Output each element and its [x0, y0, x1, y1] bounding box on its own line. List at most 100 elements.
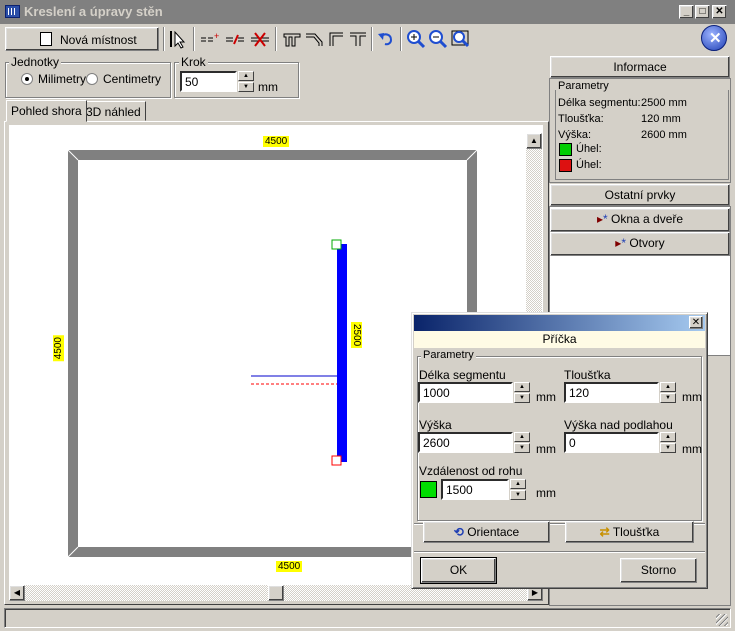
step-spinner[interactable]: ▲ ▼ [238, 71, 254, 92]
centimeters-radio[interactable] [86, 73, 98, 85]
info-header[interactable]: Informace [550, 56, 730, 78]
zoom-in-icon [407, 30, 426, 49]
room-floor [78, 160, 467, 547]
minimize-button[interactable]: _ [679, 5, 694, 19]
zoom-fit-button[interactable] [449, 28, 471, 50]
radio-dot [25, 77, 29, 81]
thickness-spinner[interactable]: ▲ ▼ [660, 382, 676, 403]
title-bar: Kreslení a úpravy stěn _ □ ✕ [0, 0, 735, 24]
selected-wall[interactable] [337, 244, 347, 462]
asterisk-icon: * [621, 236, 626, 250]
cancel-button[interactable]: Storno [620, 558, 697, 583]
wall-delete-button[interactable] [249, 28, 271, 50]
spin-down-icon[interactable]: ▼ [660, 393, 676, 403]
window-title: Kreslení a úpravy stěn [24, 4, 163, 19]
wall-corner-icon [329, 32, 343, 46]
floor-height-label: Výška nad podlahou [564, 418, 673, 432]
other-elements-header[interactable]: Ostatní prvky [550, 184, 730, 206]
corner-distance-unit: mm [536, 486, 556, 500]
spin-up-icon[interactable]: ▲ [514, 432, 530, 442]
status-bar [4, 608, 731, 628]
toolbar: Nová místnost + ✕ [4, 25, 731, 53]
horizontal-scroll-thumb[interactable] [268, 585, 284, 601]
wall-start-handle[interactable] [331, 239, 342, 250]
toolbar-separator [275, 27, 277, 51]
tab-3d-preview[interactable]: 3D náhled [81, 101, 146, 121]
openings-button[interactable]: ▸* Otvory [550, 232, 730, 256]
spin-up-icon[interactable]: ▲ [514, 382, 530, 392]
height-input[interactable]: 2600 [418, 432, 513, 453]
top-dimension-label: 4500 [263, 136, 290, 147]
tab-top-view-label: Pohled shora [11, 104, 82, 118]
spin-down-icon[interactable]: ▼ [660, 443, 676, 453]
tab-3d-preview-label: 3D náhled [86, 105, 141, 119]
millimeters-label: Milimetry [38, 72, 86, 86]
ok-button[interactable]: OK [420, 557, 497, 584]
windows-doors-button[interactable]: ▸* Okna a dveře [550, 208, 730, 232]
close-circle-button[interactable]: ✕ [701, 25, 727, 51]
floor-height-input[interactable]: 0 [564, 432, 659, 453]
resize-grip-icon[interactable] [716, 614, 728, 626]
spin-down-icon[interactable]: ▼ [510, 490, 526, 500]
wall-type-1-icon [283, 33, 301, 47]
floor-height-spinner[interactable]: ▲ ▼ [660, 432, 676, 453]
corner-color-swatch[interactable] [420, 481, 437, 498]
wall-split-button[interactable]: + [199, 28, 221, 50]
toolbar-separator [193, 27, 195, 51]
dialog-close-button[interactable]: ✕ [689, 316, 703, 329]
info-length-value: 2500 mm [641, 97, 687, 109]
close-window-button[interactable]: ✕ [712, 5, 727, 19]
centimeters-label: Centimetry [103, 72, 162, 86]
maximize-button[interactable]: □ [695, 5, 710, 19]
zoom-fit-icon [451, 30, 470, 48]
zoom-out-button[interactable] [427, 28, 449, 50]
length-input[interactable]: 1000 [418, 382, 513, 403]
wall-type-1-button[interactable] [281, 28, 303, 50]
spin-up-icon[interactable]: ▲ [660, 382, 676, 392]
length-spinner[interactable]: ▲ ▼ [514, 382, 530, 403]
thickness-swap-button[interactable]: ⇄ Tloušťka [565, 521, 694, 543]
floor-height-unit: mm [682, 442, 702, 456]
tab-top-view[interactable]: Pohled shora [6, 100, 87, 122]
corner-distance-label: Vzdálenost od rohu [419, 464, 523, 478]
wall-end-handle[interactable] [331, 455, 342, 466]
wall-join-button[interactable] [224, 28, 246, 50]
wall-type-3-button[interactable] [325, 28, 347, 50]
dialog-params-legend: Parametry [421, 349, 476, 361]
spin-up-icon[interactable]: ▲ [660, 432, 676, 442]
zoom-in-button[interactable] [405, 28, 427, 50]
new-room-label: Nová místnost [60, 33, 137, 47]
height-spinner[interactable]: ▲ ▼ [514, 432, 530, 453]
app-icon [5, 5, 20, 18]
spin-down-icon[interactable]: ▼ [238, 82, 254, 92]
toolbar-separator [400, 27, 402, 51]
length-unit: mm [536, 390, 556, 404]
rotate-icon: ⟲ [453, 525, 464, 539]
orientation-button[interactable]: ⟲ Orientace [423, 521, 550, 543]
undo-icon [378, 33, 393, 46]
scroll-left-button[interactable]: ◀ [9, 585, 25, 601]
wall-type-4-button[interactable] [347, 28, 369, 50]
step-input[interactable]: 50 [180, 71, 237, 92]
dialog-titlebar [414, 315, 705, 331]
height-label: Výška [419, 418, 452, 432]
new-room-button[interactable]: Nová místnost [5, 27, 159, 51]
spin-up-icon[interactable]: ▲ [510, 479, 526, 489]
wall-type-2-button[interactable] [303, 28, 325, 50]
select-tool-button[interactable] [167, 28, 189, 50]
undo-button[interactable] [375, 28, 397, 50]
spin-down-icon[interactable]: ▼ [514, 393, 530, 403]
corner-distance-input[interactable]: 1500 [441, 479, 509, 500]
scroll-up-button[interactable]: ▲ [526, 133, 542, 149]
corner-distance-spinner[interactable]: ▲ ▼ [510, 479, 526, 500]
info-thickness-label: Tloušťka: [558, 113, 604, 125]
thickness-swap-label: Tloušťka [612, 525, 660, 539]
spin-up-icon[interactable]: ▲ [238, 71, 254, 81]
step-legend: Krok [179, 55, 208, 69]
thickness-input[interactable]: 120 [564, 382, 659, 403]
openings-label: Otvory [629, 236, 665, 250]
millimeters-radio[interactable] [21, 73, 33, 85]
orientation-label: Orientace [467, 525, 520, 539]
angle1-color-swatch [559, 143, 572, 156]
spin-down-icon[interactable]: ▼ [514, 443, 530, 453]
